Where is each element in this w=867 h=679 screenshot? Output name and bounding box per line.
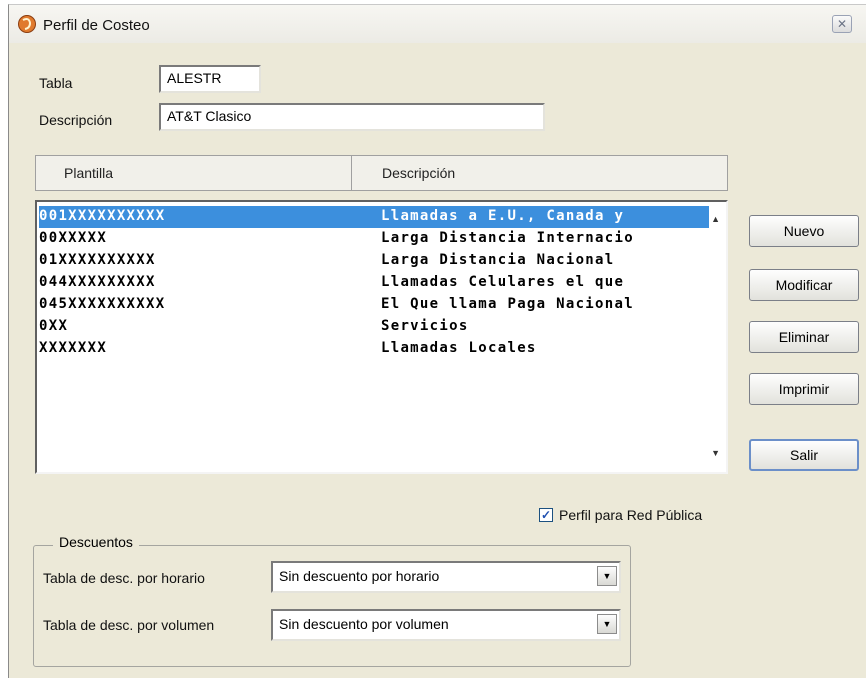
row-descripcion: Larga Distancia Nacional [381, 252, 615, 268]
column-header-descripcion[interactable]: Descripción [382, 156, 455, 190]
row-descripcion: Llamadas Locales [381, 340, 537, 356]
list-item[interactable]: XXXXXXX Llamadas Locales [39, 338, 709, 360]
salir-button[interactable]: Salir [749, 439, 859, 471]
window-title: Perfil de Costeo [43, 17, 150, 34]
app-icon [18, 15, 36, 33]
list-item[interactable]: 00XXXXX Larga Distancia Internacio [39, 228, 709, 250]
chevron-down-icon[interactable]: ▼ [597, 614, 617, 634]
horario-select[interactable]: Sin descuento por horario ▼ [271, 561, 621, 593]
tabla-label: Tabla [39, 75, 73, 91]
perfil-de-costeo-dialog: Perfil de Costeo ✕ Tabla ALESTR Descripc… [8, 4, 866, 678]
close-icon[interactable]: ✕ [832, 15, 852, 33]
scroll-up-icon[interactable]: ▲ [711, 214, 720, 224]
imprimir-button[interactable]: Imprimir [749, 373, 859, 405]
plantillas-grid: Plantilla Descripción 001XXXXXXXXXX Llam… [35, 155, 731, 475]
descripcion-label: Descripción [39, 112, 113, 128]
row-plantilla: 00XXXXX [39, 230, 108, 246]
red-publica-label: Perfil para Red Pública [559, 507, 703, 523]
row-plantilla: 001XXXXXXXXXX [39, 208, 166, 224]
row-descripcion: Llamadas Celulares el que [381, 274, 625, 290]
grid-header: Plantilla Descripción [35, 155, 728, 191]
column-header-plantilla[interactable]: Plantilla [64, 156, 113, 190]
list-item[interactable]: 01XXXXXXXXXX Larga Distancia Nacional [39, 250, 709, 272]
list-item[interactable]: 044XXXXXXXXX Llamadas Celulares el que [39, 272, 709, 294]
row-plantilla: XXXXXXX [39, 340, 108, 356]
row-descripcion: Servicios [381, 318, 469, 334]
descuentos-legend: Descuentos [53, 534, 139, 550]
eliminar-button[interactable]: Eliminar [749, 321, 859, 353]
row-descripcion: Larga Distancia Internacio [381, 230, 634, 246]
horario-label: Tabla de desc. por horario [43, 570, 205, 586]
scroll-down-icon[interactable]: ▼ [711, 448, 720, 458]
row-plantilla: 044XXXXXXXXX [39, 274, 156, 290]
title-bar[interactable]: Perfil de Costeo ✕ [9, 5, 866, 43]
list-item[interactable]: 045XXXXXXXXXX El Que llama Paga Nacional [39, 294, 709, 316]
row-descripcion: El Que llama Paga Nacional [381, 296, 634, 312]
row-descripcion: Llamadas a E.U., Canada y [381, 208, 625, 224]
plantillas-list[interactable]: 001XXXXXXXXXX Llamadas a E.U., Canada y … [35, 200, 728, 474]
list-item[interactable]: 001XXXXXXXXXX Llamadas a E.U., Canada y [39, 206, 709, 228]
row-plantilla: 01XXXXXXXXXX [39, 252, 156, 268]
descripcion-field[interactable]: AT&T Clasico [159, 103, 545, 131]
row-plantilla: 0XX [39, 318, 69, 334]
tabla-field[interactable]: ALESTR [159, 65, 261, 93]
volumen-select[interactable]: Sin descuento por volumen ▼ [271, 609, 621, 641]
volumen-value: Sin descuento por volumen [279, 616, 449, 632]
horario-value: Sin descuento por horario [279, 568, 440, 584]
list-item[interactable]: 0XX Servicios [39, 316, 709, 338]
volumen-label: Tabla de desc. por volumen [43, 617, 215, 633]
row-plantilla: 045XXXXXXXXXX [39, 296, 166, 312]
nuevo-button[interactable]: Nuevo [749, 215, 859, 247]
modificar-button[interactable]: Modificar [749, 269, 859, 301]
column-divider[interactable] [351, 156, 352, 190]
red-publica-checkbox[interactable]: ✓ [539, 508, 553, 522]
chevron-down-icon[interactable]: ▼ [597, 566, 617, 586]
